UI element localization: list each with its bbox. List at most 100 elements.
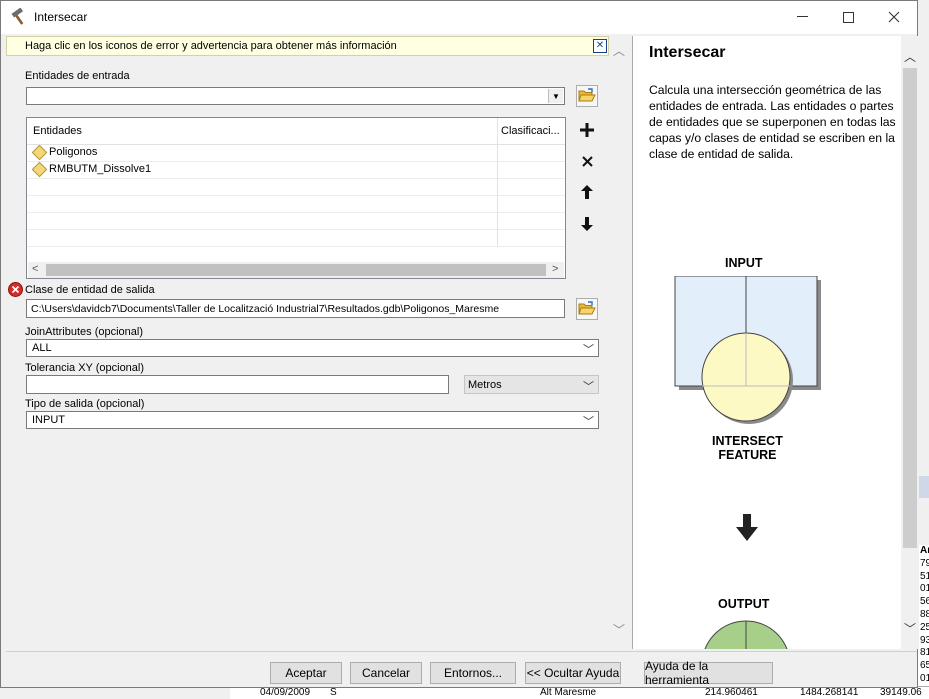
output-label: Clase de entidad de salida <box>25 284 155 296</box>
background-cell: 79 <box>920 557 929 569</box>
join-attributes-label: JoinAttributes (opcional) <box>25 326 144 338</box>
remove-icon <box>581 155 593 167</box>
units-value: Metros <box>468 379 502 391</box>
environments-button[interactable]: Entornos... <box>430 662 516 684</box>
column-header-features[interactable]: Entidades <box>33 125 82 137</box>
column-header-rank[interactable]: Clasificaci... <box>501 125 560 137</box>
scroll-down-icon[interactable]: ﹀ <box>904 620 916 637</box>
intersect-dialog: Intersecar Haga clic en los iconos de er… <box>0 0 919 688</box>
diagram-intersect-line-2: FEATURE <box>718 448 777 462</box>
add-feature-button[interactable] <box>576 119 598 141</box>
table-row[interactable]: RMBUTM_Dissolve1 <box>27 161 565 179</box>
diagram-output-label: OUTPUT <box>718 597 770 611</box>
polygon-layer-icon <box>31 161 48 178</box>
background-table-header: Ar <box>920 545 929 556</box>
arrow-down-icon <box>736 514 758 541</box>
hammer-icon <box>10 7 28 26</box>
background-cell: 88 <box>920 608 929 620</box>
feature-name: Poligonos <box>49 146 98 158</box>
table-row <box>27 195 565 213</box>
background-cell: 1484.268141 <box>800 687 859 698</box>
browse-output-button[interactable] <box>576 298 598 320</box>
background-cell: 04/09/2009 <box>260 687 311 698</box>
ok-button[interactable]: Aceptar <box>270 662 342 684</box>
title-bar[interactable]: Intersecar <box>1 1 917 34</box>
diagram-intersect-line-1: INTERSECT <box>712 434 783 448</box>
input-features-label: Entidades de entrada <box>25 70 130 82</box>
help-panel: Intersecar Calcula una intersección geom… <box>632 36 919 649</box>
folder-open-icon <box>578 88 596 102</box>
table-row[interactable]: Poligonos <box>27 144 565 162</box>
banner-close-icon[interactable]: ✕ <box>593 39 607 53</box>
help-vertical-scrollbar[interactable]: ︿ ﹀ <box>901 36 919 649</box>
info-banner: Haga clic en los iconos de error y adver… <box>6 36 609 56</box>
table-row <box>27 178 565 196</box>
background-cell: 25 <box>920 621 929 633</box>
arrow-up-icon <box>581 185 593 199</box>
scroll-up-icon[interactable]: ︿ <box>613 42 625 59</box>
table-row <box>27 229 565 247</box>
move-up-button[interactable] <box>576 181 598 203</box>
output-type-select[interactable]: INPUT ﹀ <box>26 411 599 429</box>
units-select[interactable]: Metros ﹀ <box>464 375 599 394</box>
background-cell: 01 <box>920 672 929 684</box>
horizontal-scrollbar[interactable]: < > <box>28 262 564 278</box>
output-type-value: INPUT <box>32 414 65 426</box>
help-title: Intersecar <box>649 44 726 61</box>
help-description: Calcula una intersección geométrica de l… <box>649 83 896 161</box>
diagram-intersect-label: INTERSECT FEATURE <box>712 434 783 462</box>
browse-input-button[interactable] <box>576 85 598 107</box>
background-cell: Alt Maresme <box>540 687 597 698</box>
cancel-button[interactable]: Cancelar <box>350 662 422 684</box>
scroll-up-icon[interactable]: ︿ <box>904 48 916 65</box>
background-cell: 56 <box>920 596 929 608</box>
intersect-diagram: INPUT INTERSECT FEATURE OUTPUT <box>633 246 901 649</box>
output-illustration <box>704 620 788 649</box>
scroll-down-icon[interactable]: ﹀ <box>613 621 625 638</box>
parameters-vertical-scrollbar[interactable]: ︿ ﹀ <box>610 36 628 649</box>
scrollbar-thumb[interactable] <box>46 264 546 276</box>
table-header: Entidades Clasificaci... <box>27 118 565 145</box>
chevron-down-icon[interactable]: ﹀ <box>583 341 594 357</box>
info-banner-text: Haga clic en los iconos de error y adver… <box>25 40 397 52</box>
background-cell: 65 <box>920 660 929 672</box>
divider <box>6 651 917 652</box>
input-intersect-illustration <box>674 276 821 424</box>
scroll-left-icon[interactable]: < <box>32 263 38 275</box>
background-cell: 93 <box>920 634 929 646</box>
plus-icon <box>580 123 594 137</box>
join-attributes-select[interactable]: ALL ﹀ <box>26 339 599 357</box>
remove-feature-button[interactable] <box>576 150 598 172</box>
maximize-button[interactable] <box>825 1 871 33</box>
table-row <box>27 212 565 230</box>
chevron-down-icon[interactable]: ﹀ <box>583 378 594 394</box>
feature-name: RMBUTM_Dissolve1 <box>49 163 152 175</box>
diagram-input-label: INPUT <box>725 256 763 270</box>
chevron-down-icon[interactable]: ▼ <box>548 89 563 103</box>
move-down-button[interactable] <box>576 213 598 235</box>
output-path-value: C:\Users\davidcb7\Documents\Taller de Lo… <box>31 303 500 315</box>
background-cell: S <box>330 687 337 698</box>
input-features-combo[interactable]: ▼ <box>26 87 565 105</box>
window-title: Intersecar <box>34 10 88 24</box>
polygon-layer-icon <box>31 144 48 161</box>
join-attributes-value: ALL <box>32 342 52 354</box>
background-cell: 39149.06 <box>880 687 922 698</box>
xy-tolerance-label: Tolerancia XY (opcional) <box>25 362 145 374</box>
tool-help-button[interactable]: Ayuda de la herramienta <box>644 659 773 687</box>
scrollbar-thumb[interactable] <box>903 68 917 548</box>
input-features-table: Entidades Clasificaci... Poligonos RMBUT… <box>26 117 566 279</box>
background-cell: 214.960461 <box>705 687 758 698</box>
close-button[interactable] <box>871 1 917 33</box>
arrow-down-icon <box>581 217 593 231</box>
output-path-input[interactable]: C:\Users\davidcb7\Documents\Taller de Lo… <box>26 299 565 318</box>
minimize-button[interactable] <box>779 1 825 33</box>
xy-tolerance-input[interactable] <box>26 375 449 394</box>
folder-open-icon <box>578 301 596 315</box>
output-type-label: Tipo de salida (opcional) <box>25 398 145 410</box>
scroll-right-icon[interactable]: > <box>552 263 558 275</box>
background-cell: 51 <box>920 570 929 582</box>
chevron-down-icon[interactable]: ﹀ <box>583 413 594 429</box>
error-icon[interactable] <box>8 282 23 297</box>
hide-help-button[interactable]: << Ocultar Ayuda <box>525 662 621 684</box>
